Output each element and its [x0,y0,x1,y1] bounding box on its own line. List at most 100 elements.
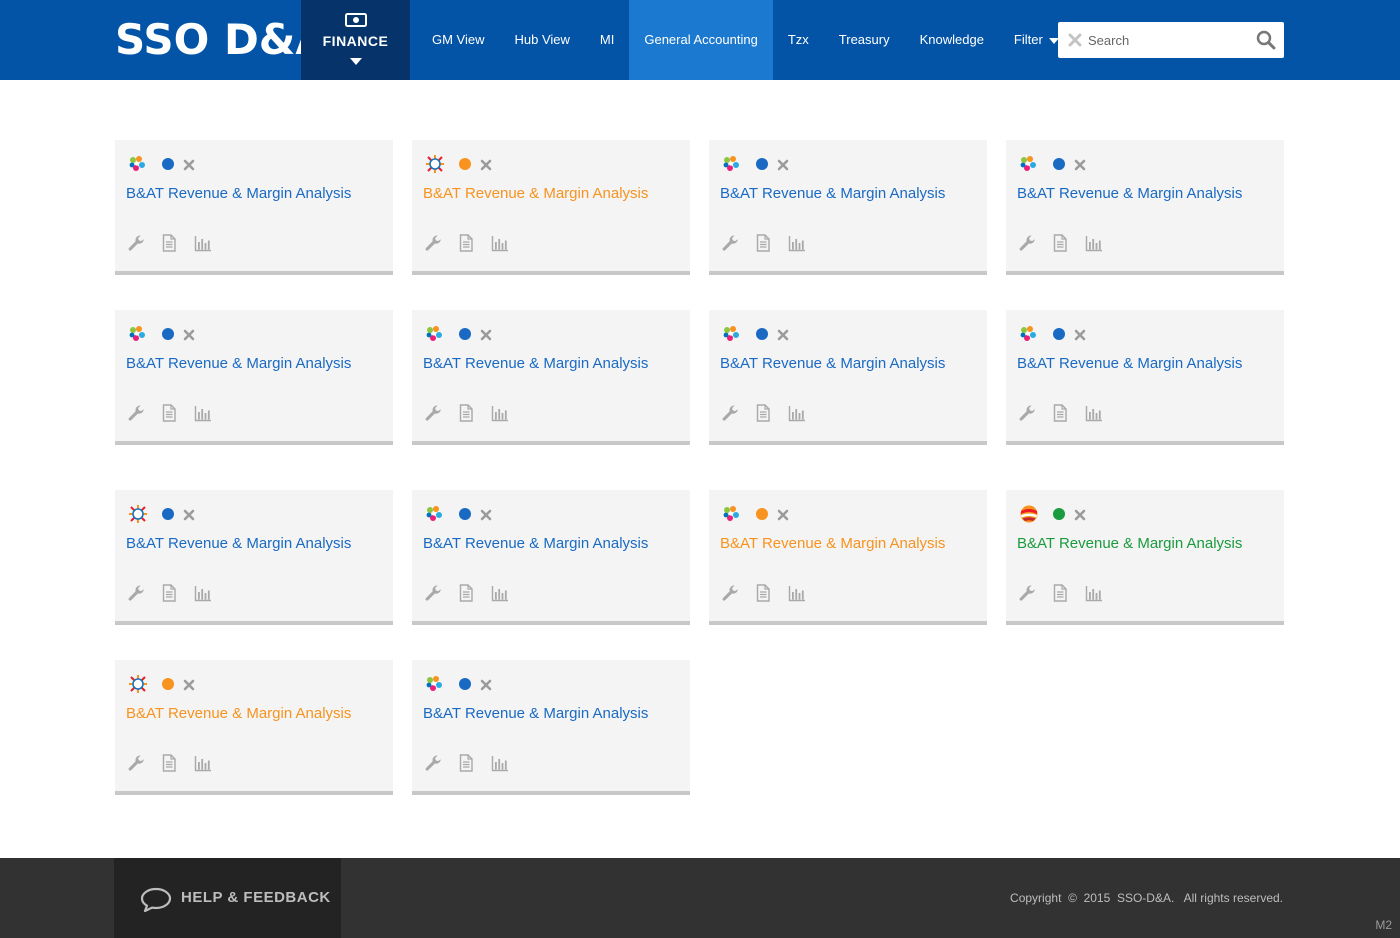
wrench-icon[interactable] [721,404,739,422]
report-title[interactable]: B&AT Revenue & Margin Analysis [126,534,351,554]
report-card[interactable]: B&AT Revenue & Margin Analysis [115,660,393,795]
report-title[interactable]: B&AT Revenue & Margin Analysis [423,354,648,374]
report-title[interactable]: B&AT Revenue & Margin Analysis [126,184,351,204]
document-icon[interactable] [1051,584,1069,602]
document-icon[interactable] [457,404,475,422]
pinwheel-icon [721,325,743,343]
report-title[interactable]: B&AT Revenue & Margin Analysis [1017,184,1242,204]
wrench-icon[interactable] [424,404,442,422]
sun-icon [127,505,149,523]
bar-chart-icon[interactable] [788,584,806,602]
report-title[interactable]: B&AT Revenue & Margin Analysis [126,704,351,724]
wrench-icon[interactable] [721,584,739,602]
close-icon[interactable] [183,158,195,171]
report-card[interactable]: B&AT Revenue & Margin Analysis [115,310,393,445]
pinwheel-icon [721,505,743,523]
document-icon[interactable] [457,234,475,252]
report-title[interactable]: B&AT Revenue & Margin Analysis [1017,354,1242,374]
pinwheel-icon [127,155,149,173]
wrench-icon[interactable] [1018,584,1036,602]
report-card[interactable]: B&AT Revenue & Margin Analysis [412,310,690,445]
wrench-icon[interactable] [127,404,145,422]
document-icon[interactable] [160,404,178,422]
report-card[interactable]: B&AT Revenue & Margin Analysis [1006,140,1284,275]
bar-chart-icon[interactable] [491,234,509,252]
wrench-icon[interactable] [424,754,442,772]
report-card[interactable]: B&AT Revenue & Margin Analysis [412,140,690,275]
wrench-icon[interactable] [1018,234,1036,252]
report-card[interactable]: B&AT Revenue & Margin Analysis [1006,310,1284,445]
status-dot-icon [756,158,768,170]
report-card[interactable]: B&AT Revenue & Margin Analysis [412,490,690,625]
bar-chart-icon[interactable] [194,584,212,602]
report-title[interactable]: B&AT Revenue & Margin Analysis [720,184,945,204]
document-icon[interactable] [160,234,178,252]
close-icon[interactable] [1074,328,1086,341]
close-icon[interactable] [183,678,195,691]
document-icon[interactable] [754,404,772,422]
close-icon[interactable] [183,328,195,341]
status-dot-icon [162,158,174,170]
report-title[interactable]: B&AT Revenue & Margin Analysis [423,534,648,554]
bar-chart-icon[interactable] [1085,584,1103,602]
close-icon[interactable] [480,158,492,171]
close-icon[interactable] [480,678,492,691]
bar-chart-icon[interactable] [1085,404,1103,422]
close-icon[interactable] [1074,508,1086,521]
report-card[interactable]: B&AT Revenue & Margin Analysis [412,660,690,795]
bar-chart-icon[interactable] [788,404,806,422]
document-icon[interactable] [457,584,475,602]
pinwheel-icon [424,675,446,693]
report-title[interactable]: B&AT Revenue & Margin Analysis [423,184,648,204]
close-icon[interactable] [777,328,789,341]
bar-chart-icon[interactable] [194,234,212,252]
wrench-icon[interactable] [127,754,145,772]
bar-chart-icon[interactable] [194,754,212,772]
report-title[interactable]: B&AT Revenue & Margin Analysis [423,704,648,724]
report-title[interactable]: B&AT Revenue & Margin Analysis [720,354,945,374]
report-card[interactable]: B&AT Revenue & Margin Analysis [709,310,987,445]
close-icon[interactable] [777,158,789,171]
wrench-icon[interactable] [127,234,145,252]
bar-chart-icon[interactable] [491,404,509,422]
report-grid: B&AT Revenue & Margin Analysis B&AT Reven… [0,0,1400,938]
bar-chart-icon[interactable] [491,584,509,602]
document-icon[interactable] [160,754,178,772]
report-card[interactable]: B&AT Revenue & Margin Analysis [115,140,393,275]
report-title[interactable]: B&AT Revenue & Margin Analysis [1017,534,1242,554]
bar-chart-icon[interactable] [788,234,806,252]
report-card[interactable]: B&AT Revenue & Margin Analysis [709,490,987,625]
document-icon[interactable] [1051,234,1069,252]
pinwheel-icon [1018,325,1040,343]
help-feedback-button[interactable]: HELP & FEEDBACK [114,858,341,938]
document-icon[interactable] [754,234,772,252]
close-icon[interactable] [183,508,195,521]
document-icon[interactable] [457,754,475,772]
close-icon[interactable] [1074,158,1086,171]
bar-chart-icon[interactable] [491,754,509,772]
bar-chart-icon[interactable] [194,404,212,422]
report-card[interactable]: B&AT Revenue & Margin Analysis [115,490,393,625]
report-card[interactable]: B&AT Revenue & Margin Analysis [709,140,987,275]
report-title[interactable]: B&AT Revenue & Margin Analysis [720,534,945,554]
close-icon[interactable] [777,508,789,521]
wrench-icon[interactable] [1018,404,1036,422]
wrench-icon[interactable] [721,234,739,252]
document-icon[interactable] [1051,404,1069,422]
document-icon[interactable] [160,584,178,602]
wrench-icon[interactable] [424,234,442,252]
report-title[interactable]: B&AT Revenue & Margin Analysis [126,354,351,374]
wrench-icon[interactable] [127,584,145,602]
close-icon[interactable] [480,328,492,341]
status-dot-icon [756,328,768,340]
report-card[interactable]: B&AT Revenue & Margin Analysis [1006,490,1284,625]
close-icon[interactable] [480,508,492,521]
footer: HELP & FEEDBACK Copyright © 2015 SSO-D&A… [0,858,1400,938]
status-dot-icon [459,158,471,170]
sun-icon [424,155,446,173]
status-dot-icon [459,678,471,690]
status-dot-icon [162,328,174,340]
bar-chart-icon[interactable] [1085,234,1103,252]
wrench-icon[interactable] [424,584,442,602]
document-icon[interactable] [754,584,772,602]
